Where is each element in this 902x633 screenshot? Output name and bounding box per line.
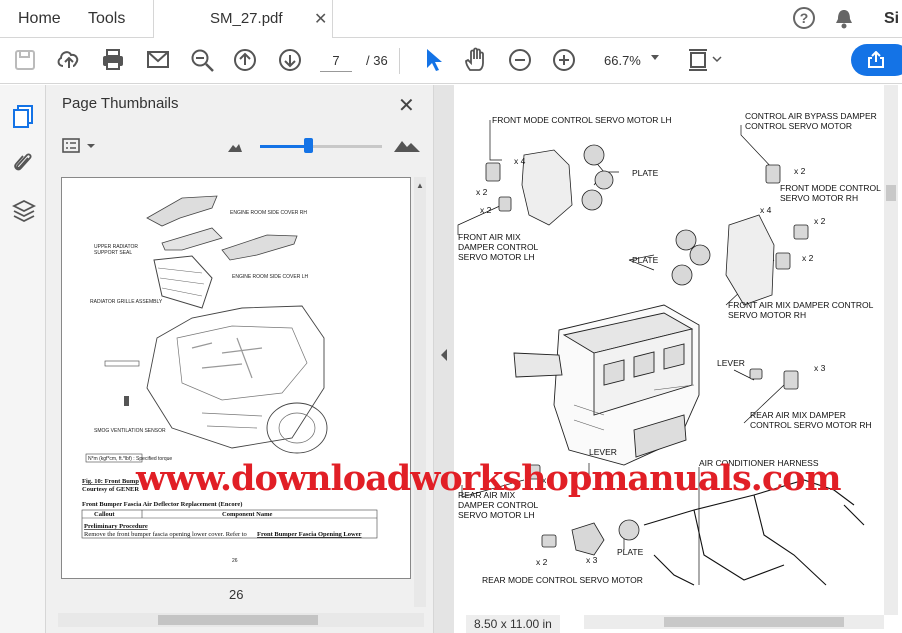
diagram-label: x 3	[586, 555, 598, 565]
zoom-value: 66.7%	[604, 53, 641, 68]
zoom-dropdown[interactable]: 66.7%	[592, 48, 666, 74]
email-icon[interactable]	[147, 51, 169, 68]
thumbnail-horizontal-scrollbar[interactable]	[58, 613, 424, 627]
thumbnail-drawing: ENGINE ROOM SIDE COVER RH UPPER RADIATOR…	[81, 195, 378, 564]
diagram-label: x 2	[536, 557, 548, 567]
diagram-label: FRONT MODE CONTROL SERVO MOTOR LH	[492, 115, 672, 125]
tab-document[interactable]: SM_27.pdf ✕	[153, 0, 333, 39]
print-icon[interactable]	[103, 49, 123, 70]
zoom-out-icon[interactable]	[509, 49, 531, 71]
collapse-panel-icon[interactable]	[440, 349, 448, 361]
share-icon	[868, 51, 884, 68]
diagram-label: FRONT MODE CONTROL	[780, 183, 881, 193]
diagram-label: LEVER	[717, 358, 745, 368]
thumb-label: Courtesy of GENER	[82, 486, 139, 493]
document-vertical-scrollbar[interactable]	[884, 85, 898, 615]
watermark-text: www.downloadworkshopmanuals.com	[136, 458, 842, 499]
thumb-label: Preliminary Procedure	[84, 523, 148, 530]
diagram-label: FRONT AIR MIX	[458, 232, 521, 242]
save-icon[interactable]	[15, 50, 35, 70]
thumbnail-vertical-scrollbar[interactable]: ▲	[414, 177, 426, 607]
thumb-label: ENGINE ROOM SIDE COVER LH	[232, 274, 309, 280]
tab-tools[interactable]: Tools	[88, 10, 125, 28]
thumb-label: Front Bumper Fascia Air Deflector Replac…	[82, 501, 242, 508]
share-button[interactable]	[851, 44, 902, 76]
thumb-label: SUPPORT SEAL	[94, 250, 132, 256]
diagram-label: x 4	[760, 205, 772, 215]
select-arrow-icon[interactable]	[427, 49, 442, 71]
close-icon[interactable]: ✕	[314, 9, 327, 29]
thumb-label: Fig. 10: Front Bump	[82, 478, 139, 485]
panel-splitter[interactable]	[434, 85, 454, 633]
large-mountain-icon	[394, 141, 420, 152]
diagram-label: SERVO MOTOR RH	[728, 310, 806, 320]
diagram-label: x 2	[802, 253, 814, 263]
diagram-label: x 2	[814, 216, 826, 226]
page-thumbnails-icon[interactable]	[13, 105, 35, 129]
diagram-label: DAMPER CONTROL	[458, 242, 539, 252]
sign-in-link[interactable]: Si	[884, 10, 899, 28]
slider-handle	[304, 138, 313, 153]
diagram-label: PLATE	[632, 255, 659, 265]
document-view: FRONT MODE CONTROL SERVO MOTOR LH CONTRO…	[454, 85, 902, 633]
upload-icon[interactable]	[57, 51, 79, 68]
panel-title: Page Thumbnails	[62, 95, 179, 112]
diagram-label: x 2	[794, 166, 806, 176]
thumbnail-size-slider[interactable]	[226, 135, 422, 157]
zoom-search-icon[interactable]	[191, 49, 214, 72]
page-size-indicator: 8.50 x 11.00 in	[466, 615, 560, 633]
hand-icon[interactable]	[465, 47, 484, 71]
thumb-label: ENGINE ROOM SIDE COVER RH	[230, 210, 307, 216]
toolbar-divider	[399, 48, 400, 74]
diagram-label: x 4	[514, 156, 526, 166]
diagram-label: PLATE	[617, 547, 644, 557]
thumb-label: RADIATOR GRILLE ASSEMBLY	[90, 299, 163, 305]
diagram-label: x 3	[814, 363, 826, 373]
diagram-label: SERVO MOTOR LH	[458, 510, 535, 520]
diagram-label: LEVER	[589, 447, 617, 457]
thumb-label: SMOG VENTILATION SENSOR	[94, 428, 166, 434]
thumb-label: Remove the front bumper fascia opening l…	[84, 531, 247, 538]
thumb-label: Component Name	[222, 511, 272, 518]
diagram-label: CONTROL SERVO MOTOR RH	[750, 420, 872, 430]
diagram-label: x 2	[480, 205, 492, 215]
diagram-label: PLATE	[632, 168, 659, 178]
prev-page-icon[interactable]	[234, 49, 256, 71]
thumb-label: 26	[232, 558, 238, 564]
hvac-diagram: FRONT MODE CONTROL SERVO MOTOR LH CONTRO…	[457, 111, 881, 586]
thumbnail-panel: Page Thumbnails ✕ ENGINE ROOM SIDE COVER…	[46, 85, 434, 633]
help-icon[interactable]: ?	[793, 7, 815, 29]
diagram-label: REAR AIR MIX DAMPER	[750, 410, 846, 420]
diagram-label: FRONT AIR MIX DAMPER CONTROL	[728, 300, 874, 310]
diagram-label: SERVO MOTOR RH	[780, 193, 858, 203]
thumbnail-options-icon[interactable]	[62, 137, 102, 155]
diagram-label: CONTROL AIR BYPASS DAMPER	[745, 111, 877, 121]
thumb-label: Callout	[94, 511, 115, 518]
toolbar-icons	[15, 47, 722, 72]
attachment-icon[interactable]	[13, 151, 35, 175]
thumbnail-page[interactable]: ENGINE ROOM SIDE COVER RH UPPER RADIATOR…	[61, 177, 411, 579]
bell-icon[interactable]	[834, 8, 854, 30]
tab-bar: Home Tools SM_27.pdf ✕ ? Si	[0, 0, 902, 39]
thumbnail-page-number: 26	[229, 587, 244, 602]
tab-home[interactable]: Home	[18, 10, 61, 28]
diagram-label: DAMPER CONTROL	[458, 500, 539, 510]
close-panel-icon[interactable]: ✕	[398, 93, 415, 118]
diagram-label: REAR MODE CONTROL SERVO MOTOR	[482, 575, 643, 585]
tab-document-label: SM_27.pdf	[210, 10, 283, 27]
fit-page-icon[interactable]	[689, 49, 722, 71]
next-page-icon[interactable]	[279, 49, 301, 71]
zoom-in-icon[interactable]	[553, 49, 575, 71]
page-number-input[interactable]	[320, 50, 352, 72]
small-mountain-icon	[228, 144, 242, 152]
diagram-label: CONTROL SERVO MOTOR	[745, 121, 852, 131]
diagram-label: SERVO MOTOR LH	[458, 252, 535, 262]
thumb-label: Front Bumper Fascia Opening Lower	[257, 531, 362, 538]
diagram-label: x 2	[476, 187, 488, 197]
layers-icon[interactable]	[12, 199, 36, 223]
left-rail	[0, 85, 46, 633]
document-horizontal-scrollbar[interactable]	[584, 615, 884, 629]
page-total: / 36	[366, 53, 388, 68]
